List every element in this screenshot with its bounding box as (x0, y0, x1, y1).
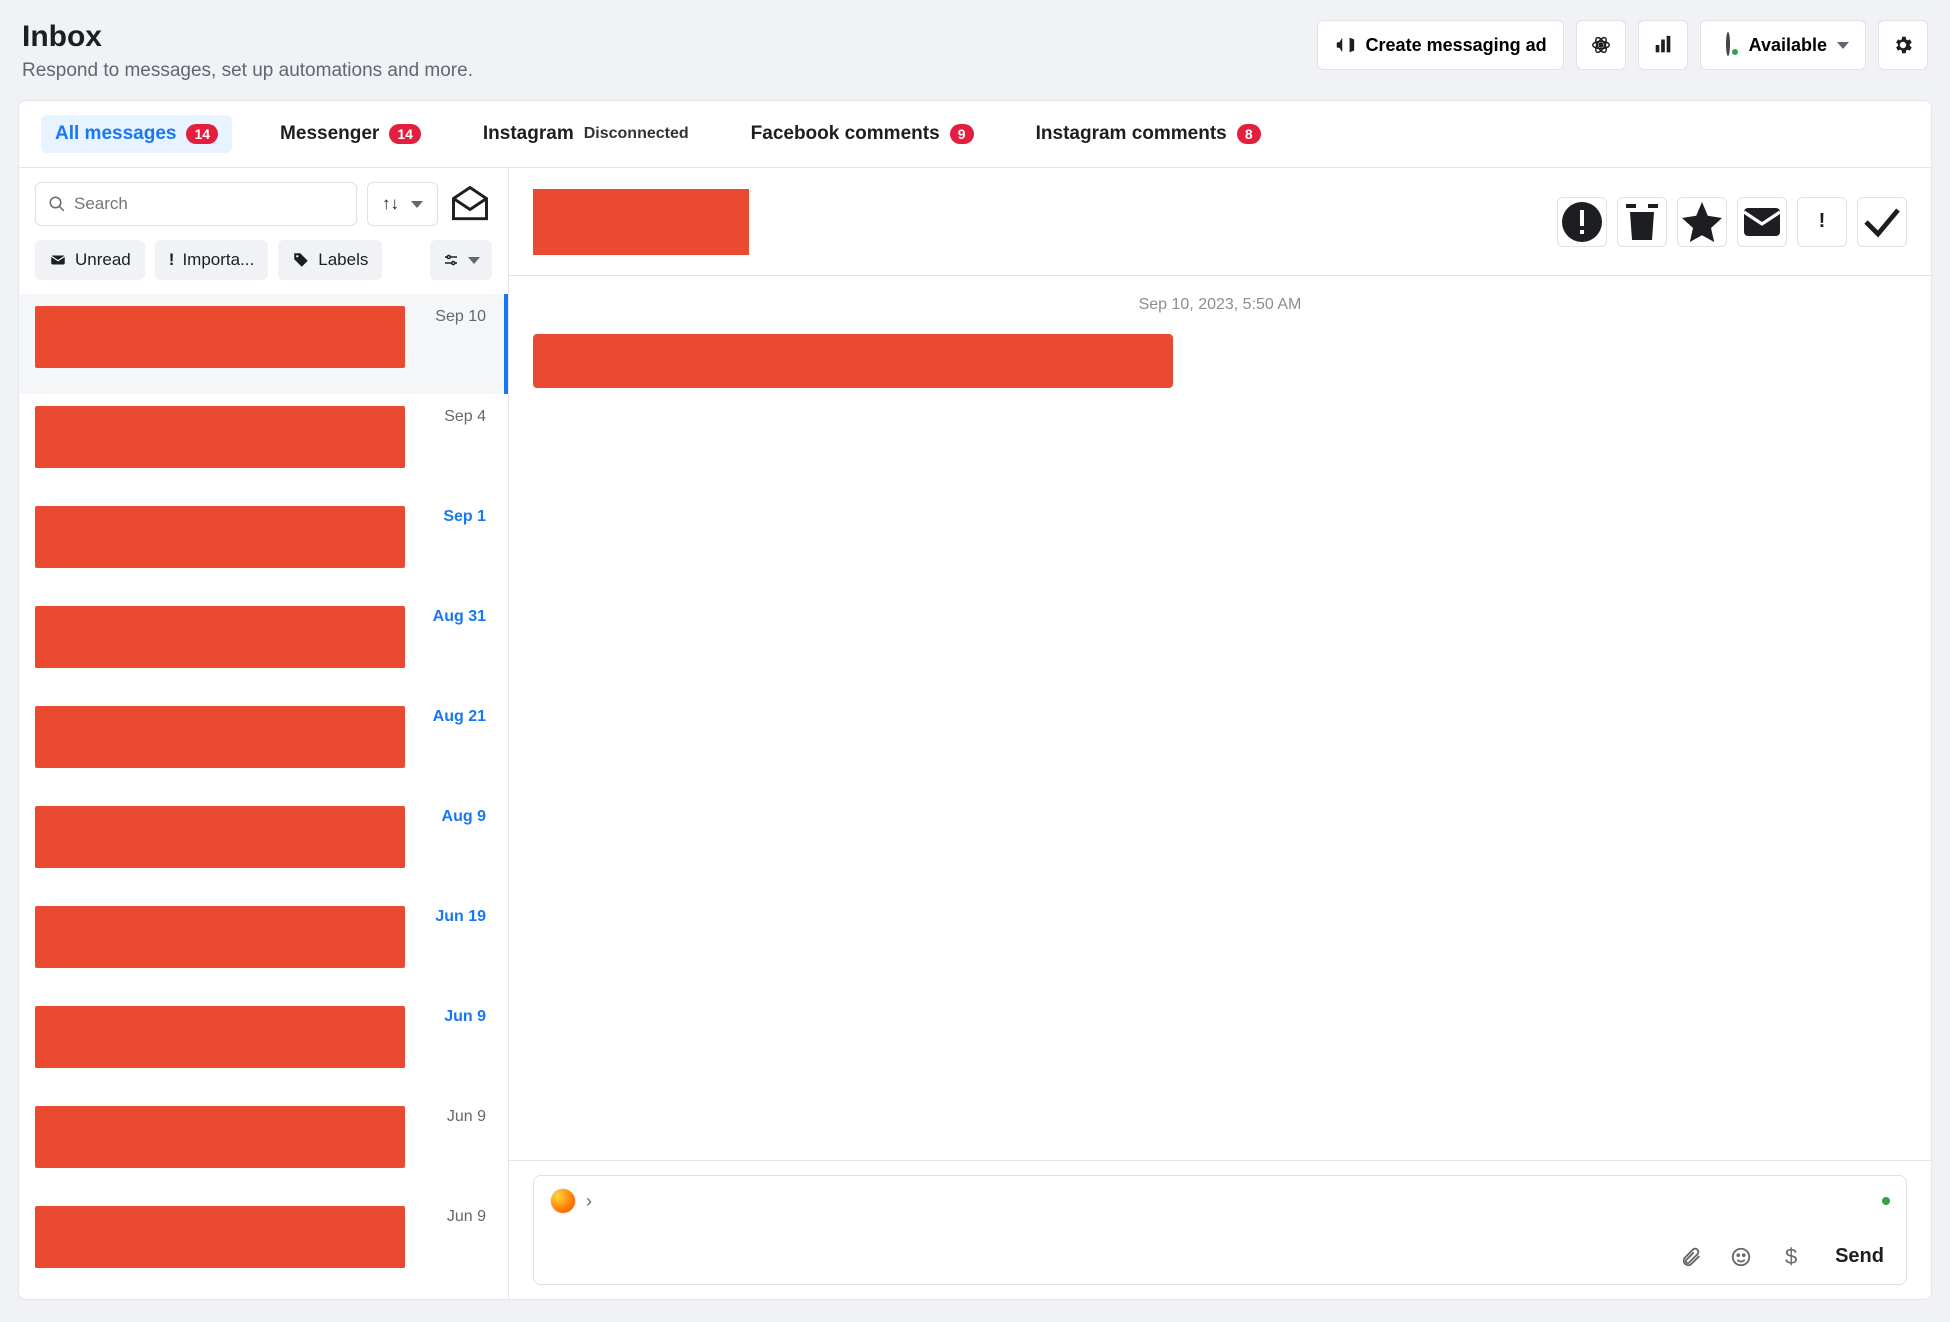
sort-arrows-icon: ↑↓ (382, 194, 399, 214)
settings-button[interactable] (1878, 20, 1928, 70)
conversation-item[interactable]: Aug 9 (19, 794, 508, 894)
message-header: ! (509, 168, 1931, 276)
report-button[interactable] (1557, 197, 1607, 247)
conversation-date: Jun 9 (444, 1008, 486, 1026)
sort-dropdown[interactable]: ↑↓ (367, 182, 438, 226)
attach-button[interactable] (1679, 1245, 1703, 1269)
conversation-item[interactable]: Sep 10 (19, 294, 508, 394)
message-view-panel: ! Sep 10, 2023, 5:50 AM (509, 168, 1931, 1299)
message-timestamp: Sep 10, 2023, 5:50 AM (533, 296, 1907, 314)
exclamation-icon: ! (1819, 210, 1826, 233)
message-body: Sep 10, 2023, 5:50 AM (509, 276, 1931, 1160)
filter-important[interactable]: ! Importa... (155, 240, 268, 280)
mark-unread-button[interactable] (1737, 197, 1787, 247)
chevron-down-icon (411, 201, 423, 208)
alert-circle-icon (1558, 198, 1606, 246)
conversation-preview-redacted (35, 606, 405, 668)
tag-icon (292, 251, 310, 269)
sliders-icon (442, 251, 460, 269)
channel-tabs: All messages 14 Messenger 14 Instagram D… (19, 101, 1931, 168)
conversation-item[interactable]: Aug 31 (19, 594, 508, 694)
filter-labels[interactable]: Labels (278, 240, 382, 280)
conversation-date: Sep 1 (443, 508, 486, 526)
star-button[interactable] (1677, 197, 1727, 247)
trash-icon (1618, 198, 1666, 246)
conversation-date: Aug 21 (433, 708, 486, 726)
conversation-preview-redacted (35, 706, 405, 768)
inbox-panel: All messages 14 Messenger 14 Instagram D… (18, 100, 1932, 1300)
open-mail-icon (448, 182, 492, 226)
filter-options-dropdown[interactable] (430, 240, 492, 280)
conversation-item[interactable]: Aug 21 (19, 694, 508, 794)
search-input[interactable] (74, 194, 344, 214)
message-composer: › $ Send (509, 1160, 1931, 1299)
page-avatar-icon (550, 1188, 576, 1214)
important-icon: ! (169, 250, 175, 270)
mail-icon (49, 251, 67, 269)
conversation-date: Sep 10 (435, 308, 486, 326)
conversation-date: Aug 31 (433, 608, 486, 626)
conversation-item[interactable]: Jun 9 (19, 994, 508, 1094)
conversation-preview-redacted (35, 806, 405, 868)
tab-messenger[interactable]: Messenger 14 (266, 115, 435, 153)
gear-icon (1892, 34, 1914, 56)
emoji-button[interactable] (1729, 1245, 1753, 1269)
analytics-button[interactable] (1638, 20, 1688, 70)
delete-button[interactable] (1617, 197, 1667, 247)
tab-instagram[interactable]: Instagram Disconnected (469, 115, 703, 153)
connection-status-icon (1882, 1197, 1890, 1205)
send-button[interactable]: Send (1829, 1241, 1890, 1272)
chevron-right-icon: › (586, 1191, 592, 1212)
search-icon (48, 195, 66, 213)
availability-status-icon (1717, 34, 1739, 56)
conversation-preview-redacted (35, 1106, 405, 1168)
star-icon (1678, 198, 1726, 246)
conversation-item[interactable]: Jun 19 (19, 894, 508, 994)
atom-icon (1590, 34, 1612, 56)
tab-all-messages[interactable]: All messages 14 (41, 115, 232, 153)
open-conversations-button[interactable] (448, 182, 492, 226)
mark-done-button[interactable] (1857, 197, 1907, 247)
conversation-preview-redacted (35, 1006, 405, 1068)
create-messaging-ad-button[interactable]: Create messaging ad (1317, 20, 1564, 70)
conversation-date: Aug 9 (442, 808, 486, 826)
conversation-date: Jun 19 (435, 908, 486, 926)
search-input-wrapper[interactable] (35, 182, 357, 226)
page-header: Inbox Respond to messages, set up automa… (18, 12, 1932, 100)
composer-input-area[interactable]: › $ Send (533, 1175, 1907, 1285)
conversation-preview-redacted (35, 1206, 405, 1268)
tab-instagram-comments[interactable]: Instagram comments 8 (1022, 115, 1275, 153)
check-icon (1858, 198, 1906, 246)
conversation-item[interactable]: Sep 4 (19, 394, 508, 494)
conversation-item[interactable]: Sep 1 (19, 494, 508, 594)
conversation-item[interactable]: Jun 9 (19, 1094, 508, 1194)
conversation-name-redacted (533, 189, 749, 255)
conversation-list[interactable]: Sep 10 Sep 4 Sep 1 Aug 31 Aug 21 Aug 9 Jun 19 J… (19, 294, 508, 1299)
message-content-redacted (533, 334, 1173, 388)
conversation-preview-redacted (35, 906, 405, 968)
page-title: Inbox (22, 20, 473, 54)
tab-facebook-comments[interactable]: Facebook comments 9 (737, 115, 988, 153)
chevron-down-icon (1837, 42, 1849, 49)
megaphone-icon (1334, 34, 1356, 56)
page-subtitle: Respond to messages, set up automations … (22, 60, 473, 82)
flag-button[interactable]: ! (1797, 197, 1847, 247)
conversation-date: Sep 4 (444, 408, 486, 426)
availability-dropdown[interactable]: Available (1700, 20, 1866, 70)
bar-chart-icon (1652, 34, 1674, 56)
mail-closed-icon (1738, 198, 1786, 246)
conversation-list-panel: ↑↓ Unread (19, 168, 509, 1299)
automations-button[interactable] (1576, 20, 1626, 70)
conversation-item[interactable]: Jun 9 (19, 1194, 508, 1294)
filter-unread[interactable]: Unread (35, 240, 145, 280)
conversation-date: Jun 9 (447, 1208, 486, 1226)
conversation-preview-redacted (35, 506, 405, 568)
payment-button[interactable]: $ (1779, 1245, 1803, 1269)
chevron-down-icon (468, 257, 480, 264)
conversation-date: Jun 9 (447, 1108, 486, 1126)
conversation-preview-redacted (35, 306, 405, 368)
conversation-preview-redacted (35, 406, 405, 468)
